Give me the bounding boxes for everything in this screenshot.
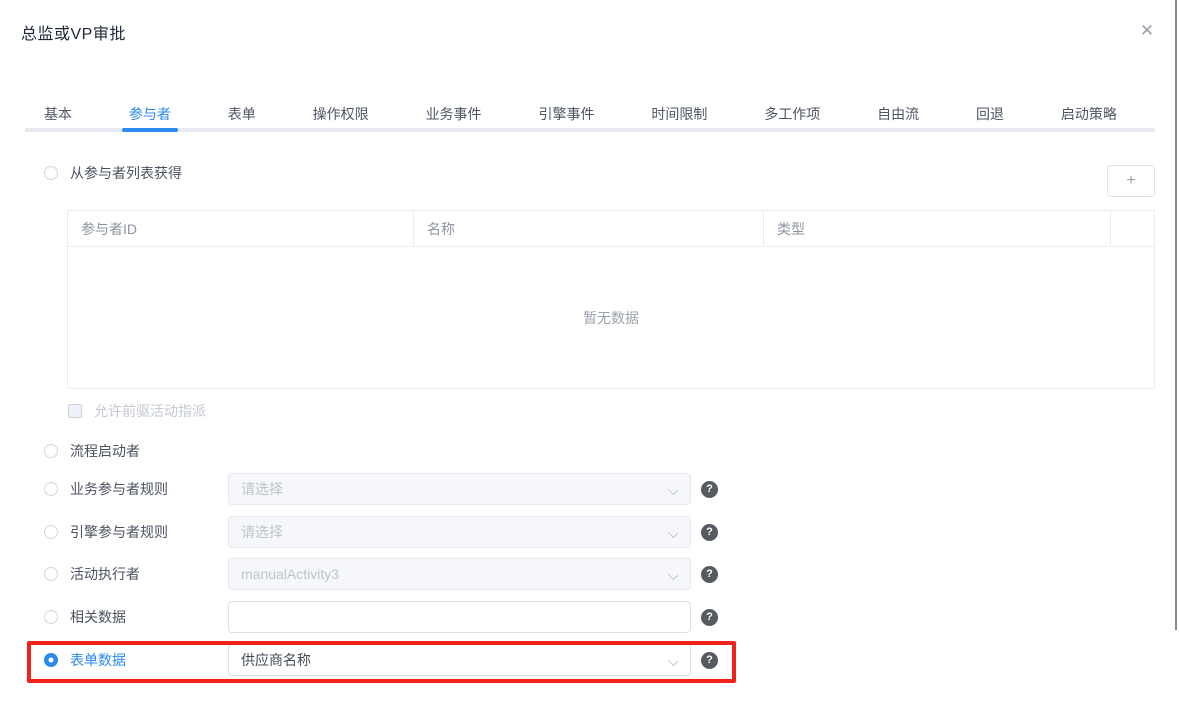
option-related-data[interactable]: 相关数据 ? bbox=[44, 601, 228, 633]
help-icon[interactable]: ? bbox=[701, 481, 718, 498]
option-engine-participant-rule[interactable]: 引擎参与者规则 请选择 ? bbox=[44, 516, 228, 548]
allow-predecessor-assign-checkbox-row[interactable]: 允许前驱活动指派 bbox=[68, 402, 206, 420]
add-participant-button[interactable]: + bbox=[1107, 165, 1155, 197]
column-header-participant-id: 参与者ID bbox=[68, 211, 414, 246]
engine-rule-select[interactable]: 请选择 bbox=[228, 516, 691, 548]
help-icon[interactable]: ? bbox=[701, 609, 718, 626]
option-label: 表单数据 bbox=[70, 650, 126, 670]
dialog-title: 总监或VP审批 bbox=[21, 20, 126, 44]
radio-unselected-icon[interactable] bbox=[44, 525, 58, 539]
option-label: 相关数据 bbox=[70, 607, 126, 627]
column-header-actions bbox=[1111, 211, 1154, 246]
tab-multi-workitem[interactable]: 多工作项 bbox=[764, 98, 820, 132]
option-business-participant-rule[interactable]: 业务参与者规则 请选择 ? bbox=[44, 473, 228, 505]
column-header-type: 类型 bbox=[764, 211, 1111, 246]
radio-unselected-icon[interactable] bbox=[44, 567, 58, 581]
tab-time-limit[interactable]: 时间限制 bbox=[651, 98, 707, 132]
help-icon[interactable]: ? bbox=[701, 652, 718, 669]
tab-business-events[interactable]: 业务事件 bbox=[426, 98, 482, 132]
checkbox-label: 允许前驱活动指派 bbox=[94, 401, 206, 421]
business-rule-select[interactable]: 请选择 bbox=[228, 473, 691, 505]
related-data-input[interactable] bbox=[228, 601, 691, 633]
option-label: 业务参与者规则 bbox=[70, 479, 168, 499]
chevron-down-icon bbox=[668, 528, 678, 538]
radio-unselected-icon[interactable] bbox=[44, 610, 58, 624]
select-placeholder: 请选择 bbox=[241, 479, 283, 499]
tab-engine-events[interactable]: 引擎事件 bbox=[538, 98, 594, 132]
option-label: 从参与者列表获得 bbox=[70, 163, 182, 183]
checkbox-unchecked-icon[interactable] bbox=[68, 404, 82, 418]
select-value: 供应商名称 bbox=[241, 650, 311, 670]
tab-rollback[interactable]: 回退 bbox=[976, 98, 1004, 132]
tab-form[interactable]: 表单 bbox=[228, 98, 256, 132]
select-placeholder: 请选择 bbox=[241, 522, 283, 542]
close-icon[interactable]: ✕ bbox=[1134, 18, 1160, 44]
option-form-data[interactable]: 表单数据 供应商名称 ? bbox=[44, 644, 228, 676]
table-empty-state: 暂无数据 bbox=[68, 247, 1154, 388]
option-label: 活动执行者 bbox=[70, 564, 140, 584]
table-header-row: 参与者ID 名称 类型 bbox=[68, 211, 1154, 247]
tab-start-strategy[interactable]: 启动策略 bbox=[1061, 98, 1117, 132]
tab-participants[interactable]: 参与者 bbox=[129, 98, 171, 132]
radio-unselected-icon[interactable] bbox=[44, 482, 58, 496]
radio-unselected-icon[interactable] bbox=[44, 166, 58, 180]
column-header-name: 名称 bbox=[414, 211, 764, 246]
option-process-initiator[interactable]: 流程启动者 bbox=[44, 435, 228, 467]
tab-free-flow[interactable]: 自由流 bbox=[877, 98, 919, 132]
chevron-down-icon bbox=[668, 656, 678, 666]
tab-basic[interactable]: 基本 bbox=[44, 98, 72, 132]
option-label: 流程启动者 bbox=[70, 441, 140, 461]
help-icon[interactable]: ? bbox=[701, 566, 718, 583]
help-icon[interactable]: ? bbox=[701, 524, 718, 541]
radio-unselected-icon[interactable] bbox=[44, 444, 58, 458]
radio-selected-icon[interactable] bbox=[44, 653, 58, 667]
tab-operation-permissions[interactable]: 操作权限 bbox=[313, 98, 369, 132]
option-from-participant-list[interactable]: 从参与者列表获得 bbox=[44, 164, 182, 182]
activity-executor-select[interactable]: manualActivity3 bbox=[228, 558, 691, 590]
select-value: manualActivity3 bbox=[241, 566, 339, 582]
window-edge-line bbox=[1175, 0, 1177, 630]
chevron-down-icon bbox=[668, 485, 678, 495]
participant-table: 参与者ID 名称 类型 暂无数据 bbox=[67, 210, 1155, 389]
option-activity-executor[interactable]: 活动执行者 manualActivity3 ? bbox=[44, 558, 228, 590]
option-label: 引擎参与者规则 bbox=[70, 522, 168, 542]
empty-data-text: 暂无数据 bbox=[583, 308, 639, 328]
plus-icon: + bbox=[1126, 172, 1135, 190]
tab-bar: 基本 参与者 表单 操作权限 业务事件 引擎事件 时间限制 多工作项 自由流 回… bbox=[20, 98, 1155, 132]
form-data-select[interactable]: 供应商名称 bbox=[228, 644, 691, 676]
chevron-down-icon bbox=[668, 570, 678, 580]
